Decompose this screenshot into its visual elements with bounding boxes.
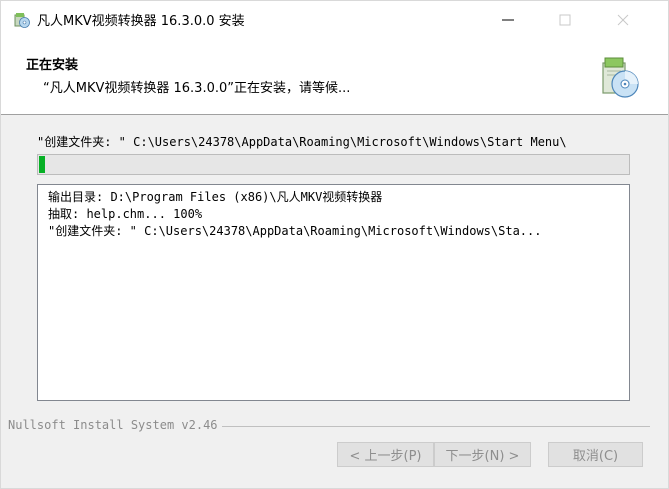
window-title: 凡人MKV视频转换器 16.3.0.0 安装	[37, 14, 245, 29]
progress-bar-fill	[39, 156, 45, 173]
close-icon	[617, 14, 629, 25]
wizard-header: 正在安装 “凡人MKV视频转换器 16.3.0.0”正在安装，请等候...	[1, 38, 668, 115]
minimize-icon	[502, 19, 514, 20]
title-bar[interactable]: 凡人MKV视频转换器 16.3.0.0 安装	[1, 1, 668, 38]
page-subtitle: “凡人MKV视频转换器 16.3.0.0”正在安装，请等候...	[43, 81, 351, 96]
back-button[interactable]: < 上一步(P)	[337, 442, 434, 467]
close-button[interactable]	[600, 1, 646, 38]
minimize-button[interactable]	[485, 1, 531, 38]
log-line: 抽取: help.chm... 100%	[48, 207, 203, 221]
installer-cd-icon	[602, 57, 639, 98]
cancel-button[interactable]: 取消(C)	[548, 442, 643, 467]
installer-cd-icon	[14, 13, 30, 28]
log-line: "创建文件夹: " C:\Users\24378\AppData\Roaming…	[48, 224, 542, 238]
log-line: 输出目录: D:\Program Files (x86)\凡人MKV视频转换器	[48, 190, 383, 204]
installer-window: 凡人MKV视频转换器 16.3.0.0 安装 正在安装 “凡人MKV视频转换器 …	[0, 0, 669, 489]
page-title: 正在安装	[26, 58, 79, 73]
install-progress-bar	[37, 154, 630, 175]
current-action-text: "创建文件夹: " C:\Users\24378\AppData\Roaming…	[37, 135, 567, 149]
install-log[interactable]: 输出目录: D:\Program Files (x86)\凡人MKV视频转换器 …	[37, 184, 630, 401]
nsis-branding-text: Nullsoft Install System v2.46	[8, 418, 222, 432]
maximize-button[interactable]	[542, 1, 588, 38]
next-button[interactable]: 下一步(N) >	[434, 442, 531, 467]
maximize-icon	[559, 14, 571, 25]
